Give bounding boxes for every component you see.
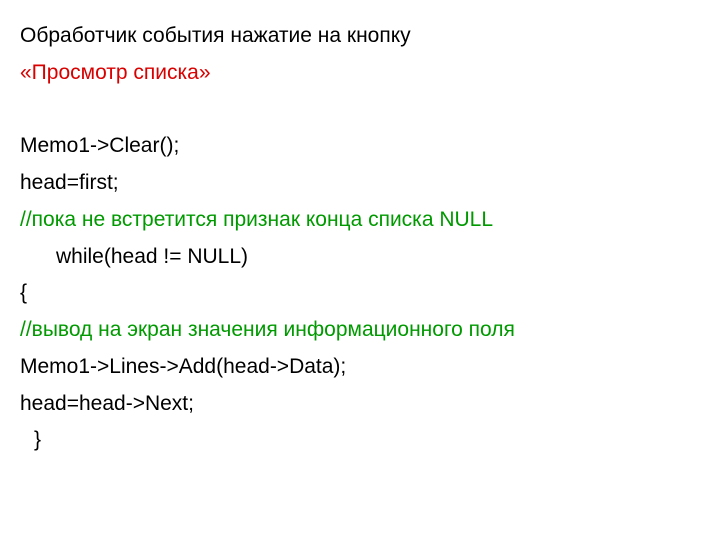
code-line-3: Memo1->Clear();: [20, 128, 700, 165]
code-line-2: [20, 92, 700, 129]
code-line-8: //вывод на экран значения информационног…: [20, 312, 700, 349]
code-line-4: head=first;: [20, 165, 700, 202]
code-line-1: «Просмотр списка»: [20, 55, 700, 92]
code-line-5: //пока не встретится признак конца списк…: [20, 202, 700, 239]
code-line-7: {: [20, 275, 700, 312]
code-line-11: }: [20, 422, 700, 459]
code-line-10: head=head->Next;: [20, 386, 700, 423]
code-line-0: Обработчик события нажатие на кнопку: [20, 18, 700, 55]
code-line-6: while(head != NULL): [20, 239, 700, 276]
code-line-9: Memo1->Lines->Add(head->Data);: [20, 349, 700, 386]
